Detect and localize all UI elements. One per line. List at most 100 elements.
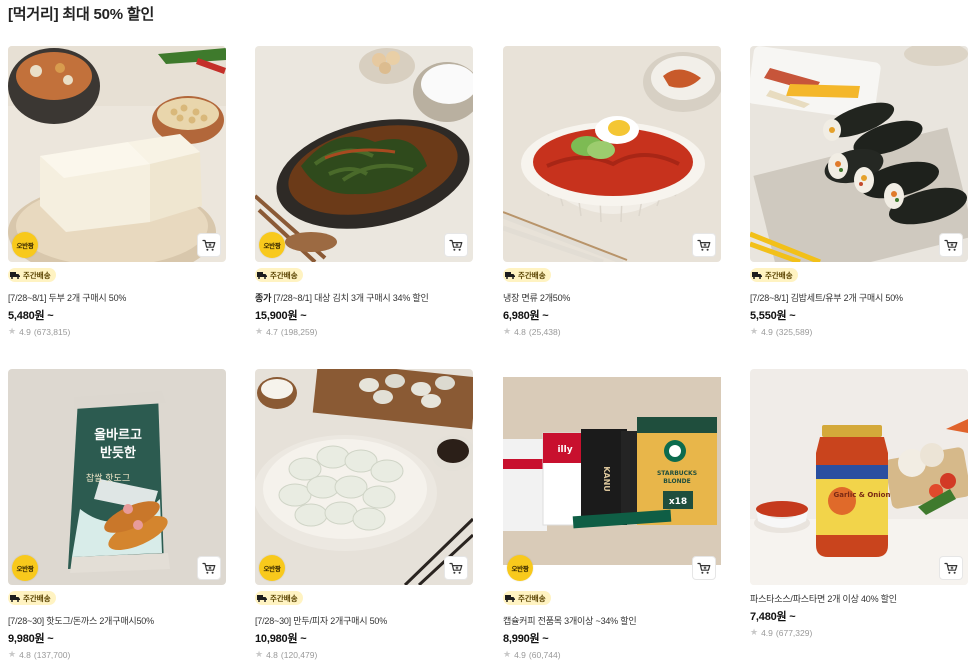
product-rating: ★ 4.9 (60,744) [503, 649, 721, 660]
product-name[interactable]: 종가 [7/28~8/1] 대상 김치 3개 구매시 34% 할인 [255, 291, 473, 304]
product-grid: 오반짱 주간배송 [7/28~8/1] 두부 2개 구매시 50% 5,480원… [0, 0, 980, 664]
product-name-text[interactable]: [7/28~30] 핫도그/돈까스 2개구매시50% [8, 616, 154, 626]
package-text: x18 [669, 497, 687, 507]
cart-icon [202, 562, 216, 574]
product-card[interactable]: 올바르고 반듯한 찹쌀 핫도그 오반짱 주간배송 [7/28~30] 핫도그/돈… [8, 369, 226, 660]
delivery-label: 주간배송 [270, 270, 298, 280]
product-price: 5,550원 ~ [750, 310, 796, 322]
product-card[interactable]: illy KANU STARBUCKS BLONDE x18 오반짱 주간배송 … [503, 369, 721, 660]
delivery-label: 주간배송 [518, 270, 546, 280]
star-icon: ★ [8, 326, 17, 336]
product-name-text[interactable]: [7/28~8/1] 대상 김치 3개 구매시 34% 할인 [273, 293, 428, 303]
review-count: (325,589) [775, 326, 813, 337]
round-badge: 오반짱 [259, 232, 285, 258]
star-icon: ★ [503, 326, 512, 336]
star-icon: ★ [750, 627, 759, 637]
cart-icon [449, 239, 463, 251]
product-rating: ★ 4.8 (25,438) [503, 326, 721, 337]
product-name[interactable]: [7/28~30] 만두/피자 2개구매시 50% [255, 614, 473, 627]
cart-icon [697, 562, 711, 574]
product-brand[interactable]: 종가 [255, 293, 271, 303]
add-to-cart-button[interactable] [939, 233, 963, 257]
product-image[interactable]: illy KANU STARBUCKS BLONDE x18 오반짱 [503, 369, 721, 585]
add-to-cart-button[interactable] [444, 233, 468, 257]
delivery-label: 주간배송 [270, 593, 298, 603]
truck-icon [257, 595, 267, 602]
truck-icon [505, 272, 515, 279]
product-price: 8,990원 ~ [503, 633, 549, 645]
package-text: Garlic & Onion [834, 491, 891, 499]
product-price: 6,980원 ~ [503, 310, 549, 322]
add-to-cart-button[interactable] [939, 556, 963, 580]
product-rating: ★ 4.9 (673,815) [8, 326, 226, 337]
rating-value: 4.8 [19, 649, 31, 660]
round-badge: 오반짱 [507, 555, 533, 581]
product-image[interactable]: Garlic & Onion [750, 369, 968, 585]
product-card[interactable]: 오반짱 주간배송 [7/28~8/1] 두부 2개 구매시 50% 5,480원… [8, 46, 226, 337]
rating-value: 4.9 [19, 326, 31, 337]
product-rating: ★ 4.7 (198,259) [255, 326, 473, 337]
product-price: 5,480원 ~ [8, 310, 54, 322]
tofu-image [8, 46, 226, 262]
noodle-image [503, 46, 721, 262]
cart-icon [944, 239, 958, 251]
product-image[interactable]: 오반짱 [8, 46, 226, 262]
product-image[interactable] [503, 46, 721, 262]
product-image[interactable]: 올바르고 반듯한 찹쌀 핫도그 오반짱 [8, 369, 226, 585]
star-icon: ★ [255, 649, 264, 659]
product-card[interactable]: 주간배송 [7/28~8/1] 김밥세트/유부 2개 구매시 50% 5,550… [750, 46, 968, 337]
coffee-image: illy KANU STARBUCKS BLONDE x18 [503, 369, 721, 585]
package-text: KANU [602, 466, 611, 492]
delivery-label: 주간배송 [765, 270, 793, 280]
hotdog-image: 올바르고 반듯한 찹쌀 핫도그 [8, 369, 226, 585]
product-card[interactable]: 오반짱 주간배송 종가 [7/28~8/1] 대상 김치 3개 구매시 34% … [255, 46, 473, 337]
product-image[interactable]: 오반짱 [255, 46, 473, 262]
truck-icon [505, 595, 515, 602]
package-text: BLONDE [663, 478, 690, 485]
product-name[interactable]: [7/28~8/1] 김밥세트/유부 2개 구매시 50% [750, 291, 968, 304]
product-name-text[interactable]: [7/28~8/1] 김밥세트/유부 2개 구매시 50% [750, 293, 903, 303]
product-card[interactable]: 오반짱 주간배송 [7/28~30] 만두/피자 2개구매시 50% 10,98… [255, 369, 473, 660]
product-rating: ★ 4.9 (677,329) [750, 627, 968, 638]
add-to-cart-button[interactable] [692, 233, 716, 257]
rating-value: 4.8 [514, 326, 526, 337]
cart-icon [944, 562, 958, 574]
review-count: (137,700) [33, 649, 71, 660]
add-to-cart-button[interactable] [444, 556, 468, 580]
package-text: STARBUCKS [657, 470, 697, 477]
delivery-badge: 주간배송 [503, 268, 551, 282]
truck-icon [752, 272, 762, 279]
review-count: (677,329) [775, 627, 813, 638]
add-to-cart-button[interactable] [692, 556, 716, 580]
star-icon: ★ [503, 649, 512, 659]
rating-value: 4.8 [266, 649, 278, 660]
delivery-badge: 주간배송 [255, 268, 303, 282]
round-badge: 오반짱 [12, 555, 38, 581]
star-icon: ★ [255, 326, 264, 336]
delivery-badge: 주간배송 [255, 591, 303, 605]
product-image[interactable]: 오반짱 [255, 369, 473, 585]
product-price: 15,900원 ~ [255, 310, 307, 322]
add-to-cart-button[interactable] [197, 233, 221, 257]
product-rating: ★ 4.9 (325,589) [750, 326, 968, 337]
product-price: 10,980원 ~ [255, 633, 307, 645]
product-name-text[interactable]: 냉장 면류 2개50% [503, 293, 570, 303]
product-card[interactable]: 주간배송 냉장 면류 2개50% 6,980원 ~ ★ 4.8 (25,438) [503, 46, 721, 337]
product-name[interactable]: 캡슐커피 전품목 3개이상 ~34% 할인 [503, 614, 721, 627]
product-name[interactable]: [7/28~8/1] 두부 2개 구매시 50% [8, 291, 226, 304]
add-to-cart-button[interactable] [197, 556, 221, 580]
product-name[interactable]: 파스타소스/파스타면 2개 이상 40% 할인 [750, 592, 968, 605]
review-count: (25,438) [528, 326, 561, 337]
product-rating: ★ 4.8 (120,479) [255, 649, 473, 660]
star-icon: ★ [8, 649, 17, 659]
product-name-text[interactable]: 파스타소스/파스타면 2개 이상 40% 할인 [750, 594, 897, 604]
delivery-label: 주간배송 [23, 593, 51, 603]
product-card[interactable]: Garlic & Onion 파스타소스/파스타면 2개 이상 40% 할인 7… [750, 369, 968, 638]
package-text: 올바르고 [94, 427, 142, 443]
product-name-text[interactable]: [7/28~8/1] 두부 2개 구매시 50% [8, 293, 126, 303]
product-name-text[interactable]: 캡슐커피 전품목 3개이상 ~34% 할인 [503, 616, 637, 626]
product-image[interactable] [750, 46, 968, 262]
product-name[interactable]: [7/28~30] 핫도그/돈까스 2개구매시50% [8, 614, 226, 627]
product-name-text[interactable]: [7/28~30] 만두/피자 2개구매시 50% [255, 616, 387, 626]
product-name[interactable]: 냉장 면류 2개50% [503, 291, 721, 304]
